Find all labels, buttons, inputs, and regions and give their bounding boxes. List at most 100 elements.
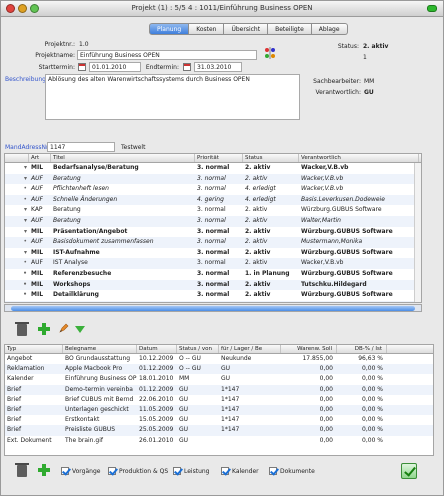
tab-planung[interactable]: Planung: [149, 23, 190, 35]
endtermin-field[interactable]: 31.03.2010: [194, 62, 242, 72]
task-verantwortlich: Würzburg.GUBUS Software: [301, 269, 393, 277]
expand-toggle[interactable]: •: [5, 195, 29, 206]
col-status[interactable]: Status: [243, 154, 299, 162]
task-row[interactable]: ▾ KAP Beratung 3. normal 2. aktiv Würzburg.GU…: [5, 205, 421, 216]
col-typ[interactable]: Typ: [5, 345, 63, 353]
col-datum[interactable]: Datum: [137, 345, 177, 353]
doc-datum: 11.05.2009: [139, 405, 174, 413]
filter-vorgaenge-checkbox[interactable]: [61, 467, 69, 475]
doc-belegname: The brain.gif: [65, 436, 103, 444]
trash-icon[interactable]: [15, 463, 29, 477]
document-row[interactable]: Brief Unterlagen geschickt 11.05.2009 GU 1*1…: [5, 404, 433, 416]
status-value[interactable]: 2. aktiv: [363, 43, 388, 50]
task-row[interactable]: ▾ MIL IST-Aufnahme 3. normal 2. aktiv Würzbur…: [5, 248, 421, 259]
expand-toggle[interactable]: •: [5, 290, 29, 301]
dropdown-arrow-icon[interactable]: [75, 326, 85, 333]
task-row[interactable]: • MIL Workshops 3. normal 2. aktiv Tutschku.H…: [5, 279, 421, 291]
document-row[interactable]: Ext. Dokument The brain.gif 26.01.2010 GU 0,…: [5, 436, 433, 446]
document-row[interactable]: Kalender Einführung Business OP 18.01.2010…: [5, 374, 433, 384]
verantwortlich-value[interactable]: GU: [364, 89, 374, 96]
confirm-checkmark-icon[interactable]: [401, 463, 417, 479]
doc-status: GU: [179, 436, 189, 444]
expand-toggle[interactable]: ▾: [5, 216, 29, 227]
document-row[interactable]: Brief Erstkontakt 15.05.2009 GU 1*147 0,00 0,0…: [5, 415, 433, 425]
task-verantwortlich: Würzburg.GUBUS Software: [299, 301, 419, 303]
expand-toggle[interactable]: •: [5, 184, 29, 195]
filter-leistung-checkbox[interactable]: [173, 467, 181, 475]
task-row[interactable]: • AUF Basisdokument zusammenfassen 3. norma…: [5, 237, 421, 248]
pencil-icon[interactable]: [58, 322, 70, 334]
task-row[interactable]: • MIL Detailklärung 3. normal 2. aktiv Würzbu…: [5, 290, 421, 301]
doc-typ: Brief: [7, 395, 22, 403]
add-task-icon[interactable]: [38, 323, 50, 335]
doc-datum: 01.12.2009: [139, 365, 174, 373]
document-row[interactable]: Reklamation Apple Macbook Pro 01.12.2009 O …: [5, 364, 433, 375]
filter-dokumente-checkbox[interactable]: [269, 467, 277, 475]
expand-toggle[interactable]: •: [5, 258, 29, 269]
document-row[interactable]: Brief Preisliste GUBUS 25.05.2009 GU 1*147 0,…: [5, 425, 433, 436]
mandadress-name: Testwelt: [121, 144, 146, 151]
doc-warenwert: 0,00: [319, 416, 333, 424]
add-document-icon[interactable]: [38, 464, 50, 476]
filter-produktion-checkbox[interactable]: [108, 467, 116, 475]
expand-toggle[interactable]: ▾: [5, 227, 29, 238]
starttermin-field[interactable]: 01.01.2010: [89, 62, 141, 72]
calendar-icon[interactable]: [183, 63, 191, 71]
expand-toggle[interactable]: •: [5, 237, 29, 248]
task-verantwortlich: Basis.Leverkusen.Dodeweie: [301, 195, 385, 203]
tab-ablage[interactable]: Ablage: [311, 23, 348, 35]
col-expand[interactable]: [5, 154, 29, 162]
col-titel[interactable]: Titel: [51, 154, 195, 162]
task-row[interactable]: ▾ AUF Beratung 3. normal 2. aktiv Wacker,V.B.…: [5, 173, 421, 185]
beschreibung-link[interactable]: Beschreibung:: [5, 76, 48, 83]
expand-toggle[interactable]: •: [5, 280, 29, 291]
participants-icon[interactable]: [263, 46, 277, 60]
task-row[interactable]: ▾ AUF Beratung 3. normal 2. aktiv Walter,Mart…: [5, 215, 421, 227]
task-row[interactable]: •MILEinsatzvertrag3. normal2. aktivWürzb…: [5, 300, 421, 303]
expand-toggle[interactable]: ▾: [5, 248, 29, 259]
expand-toggle[interactable]: ▾: [5, 163, 29, 174]
tab-kosten[interactable]: Kosten: [189, 23, 225, 35]
document-row[interactable]: Brief Demo-termin vereinba 01.12.2009 GU 1*1…: [5, 384, 433, 395]
task-row[interactable]: • AUF IST Analyse 3. normal 2. aktiv Wacker,V…: [5, 258, 421, 269]
task-row[interactable]: • MIL Referenzbesuche 3. normal 1. in Planun…: [5, 269, 421, 280]
task-row[interactable]: • AUF Schnelle Änderungen 4. gering 4. erled…: [5, 194, 421, 206]
col-belegname[interactable]: Belegname: [63, 345, 137, 353]
sachbearbeiter-value[interactable]: MM: [364, 78, 374, 85]
scroll-thumb[interactable]: [11, 306, 415, 311]
col-verantwortlich[interactable]: Verantwortlich: [299, 154, 419, 162]
expand-toggle[interactable]: •: [5, 301, 29, 303]
tab-beteiligte[interactable]: Beteiligte: [268, 23, 312, 35]
tab-uebersicht[interactable]: Übersicht: [224, 23, 269, 35]
filter-kalender-label: Kalender: [232, 468, 259, 475]
col-fuer-lager[interactable]: für / Lager / Be: [219, 345, 281, 353]
task-prioritaet: 3. normal: [197, 259, 226, 267]
col-status-von[interactable]: Status / von: [177, 345, 219, 353]
expand-toggle[interactable]: ▾: [5, 174, 29, 185]
starttermin-label: Starttermin:: [38, 64, 75, 71]
mandadressnr-link[interactable]: MandAdressNr.:: [5, 144, 52, 151]
expand-toggle[interactable]: ▾: [5, 205, 29, 216]
task-rows: ▾ MIL Bedarfsanalyse/Beratung 3. normal 2. a…: [5, 163, 421, 303]
doc-warenwert: 0,00: [319, 395, 333, 403]
projektname-field[interactable]: Einführung Business OPEN: [77, 50, 257, 60]
task-table-vertical-scrollbar[interactable]: [414, 163, 421, 302]
document-row[interactable]: Angebot BO Grundausstattung 10.12.2009 O --…: [5, 354, 433, 364]
task-row[interactable]: ▾ MIL Bedarfsanalyse/Beratung 3. normal 2. a…: [5, 163, 421, 174]
expand-toggle[interactable]: •: [5, 269, 29, 280]
calendar-icon[interactable]: [78, 63, 86, 71]
mandadressnr-field[interactable]: 1147: [47, 142, 115, 152]
trash-icon[interactable]: [15, 322, 29, 336]
col-warenwert-soll[interactable]: Warenw. Soll: [281, 345, 337, 353]
document-row[interactable]: Brief Brief CUBUS mit Bernd 22.06.2010 GU 1*…: [5, 395, 433, 405]
col-prioritaet[interactable]: Priorität: [195, 154, 243, 162]
col-db-ist[interactable]: DB-% / Ist: [337, 345, 387, 353]
task-row[interactable]: ▾ MIL Präsentation/Angebot 3. normal 2. akti…: [5, 227, 421, 238]
col-art[interactable]: Art: [29, 154, 51, 162]
filter-kalender-checkbox[interactable]: [221, 467, 229, 475]
task-row[interactable]: • AUF Pflichtenheft lesen 3. normal 4. erled…: [5, 184, 421, 195]
beschreibung-field[interactable]: Ablösung des alten Warenwirtschaftssyste…: [45, 74, 300, 120]
task-table-horizontal-scrollbar[interactable]: [4, 304, 422, 312]
doc-belegname: Einführung Business OP: [65, 375, 137, 383]
toolbar-toggle-button[interactable]: [427, 5, 437, 12]
